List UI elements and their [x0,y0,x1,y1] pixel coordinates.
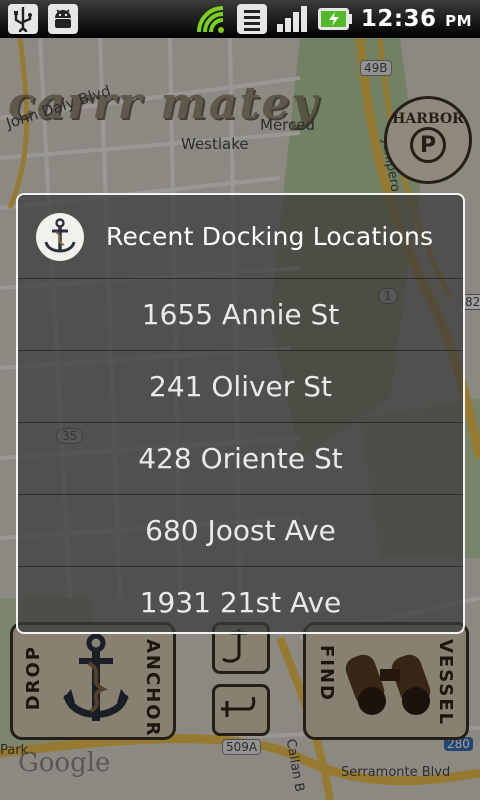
android-debug-icon [48,4,78,34]
signal-icon [276,6,307,32]
wifi-icon [196,6,224,33]
anchor-icon [36,212,84,261]
location-item[interactable]: 680 Joost Ave [18,494,463,566]
location-item[interactable]: 1931 21st Ave [18,566,463,632]
dialog-header: Recent Docking Locations [18,195,463,278]
location-item[interactable]: 241 Oliver St [18,350,463,422]
location-item[interactable]: 428 Oriente St [18,422,463,494]
usb-icon [8,4,38,34]
signal-strength-icon [236,4,267,34]
recent-locations-dialog: Recent Docking Locations 1655 Annie St 2… [16,193,465,634]
clock: 12:36 PM [360,6,472,32]
dialog-title: Recent Docking Locations [106,222,434,251]
screen: 12:36 PM carrr matey John Daly Blvd Merc… [0,0,480,800]
location-list: 1655 Annie St 241 Oliver St 428 Oriente … [18,278,463,632]
battery-charging-icon [317,8,352,30]
location-item[interactable]: 1655 Annie St [18,278,463,350]
status-bar: 12:36 PM [0,0,480,38]
